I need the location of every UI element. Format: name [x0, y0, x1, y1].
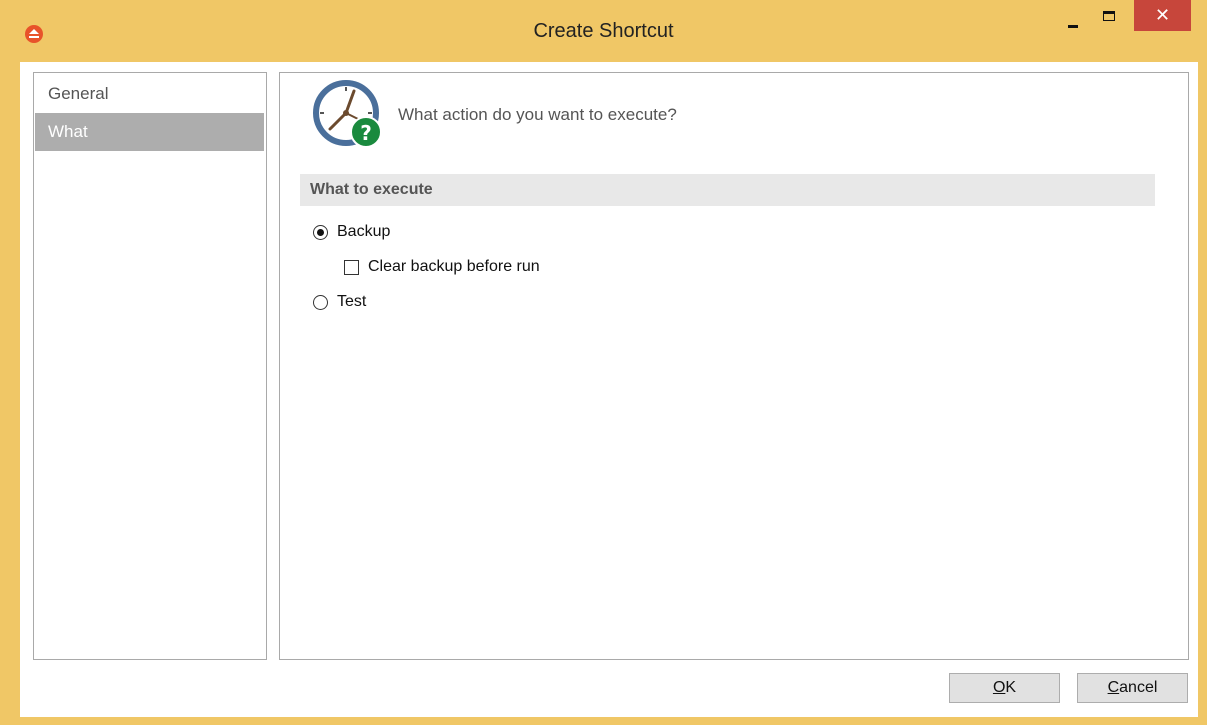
content-panel: ? What action do you want to execute? Wh…	[279, 72, 1189, 660]
action-question: What action do you want to execute?	[398, 105, 677, 124]
close-icon: ✕	[1154, 5, 1171, 25]
minimize-button[interactable]	[1058, 0, 1092, 42]
ok-button[interactable]: OK	[949, 673, 1060, 703]
backup-radio[interactable]	[313, 225, 328, 240]
clear-backup-label[interactable]: Clear backup before run	[368, 258, 540, 276]
window-title: Create Shortcut	[533, 20, 674, 42]
backup-label[interactable]: Backup	[337, 223, 390, 241]
nav-item-general[interactable]: General	[35, 75, 264, 113]
ok-mnemonic: O	[992, 679, 1006, 696]
test-radio[interactable]	[313, 295, 328, 310]
dialog-body: General What ? What action do you want t…	[20, 62, 1198, 717]
nav-panel: General What	[33, 72, 267, 660]
title-bar[interactable]: Create Shortcut ✕	[0, 0, 1207, 64]
ok-label-rest: K	[1005, 679, 1017, 696]
clear-backup-checkbox[interactable]	[344, 260, 359, 275]
nav-item-what[interactable]: What	[35, 113, 264, 151]
test-label[interactable]: Test	[337, 293, 366, 311]
cancel-mnemonic: C	[1107, 679, 1120, 696]
maximize-icon	[1103, 11, 1115, 21]
svg-text:?: ?	[360, 121, 372, 145]
create-shortcut-window: Create Shortcut ✕ General What ? What ac…	[0, 0, 1207, 725]
cancel-button[interactable]: Cancel	[1077, 673, 1188, 703]
minimize-icon	[1068, 25, 1078, 28]
close-button[interactable]: ✕	[1134, 0, 1191, 31]
cancel-label-rest: ancel	[1119, 679, 1158, 696]
clock-question-icon: ?	[313, 80, 382, 148]
maximize-button[interactable]	[1094, 0, 1126, 42]
section-title: What to execute	[310, 181, 433, 198]
section-header: What to execute	[300, 174, 1155, 206]
